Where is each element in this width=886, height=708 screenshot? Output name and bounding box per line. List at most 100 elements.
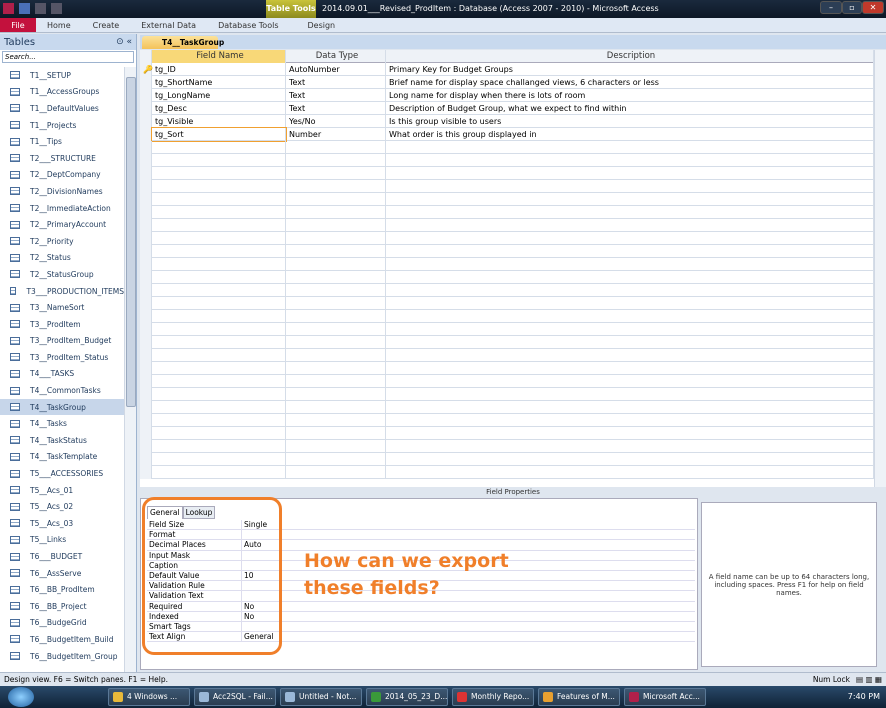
field-name-cell[interactable] <box>152 388 286 401</box>
taskbar-button[interactable]: Features of M... <box>538 688 620 706</box>
nav-table-item[interactable]: T2__DivisionNames <box>0 183 124 200</box>
field-name-cell[interactable] <box>152 401 286 414</box>
field-row[interactable] <box>140 193 874 206</box>
description-cell[interactable] <box>386 206 874 219</box>
field-row[interactable] <box>140 362 874 375</box>
field-row[interactable] <box>140 440 874 453</box>
description-cell[interactable] <box>386 466 874 479</box>
property-value[interactable] <box>241 621 695 632</box>
field-row[interactable] <box>140 258 874 271</box>
nav-table-item[interactable]: T5___ACCESSORIES <box>0 465 124 482</box>
data-type-cell[interactable] <box>286 271 386 284</box>
data-type-cell[interactable] <box>286 180 386 193</box>
nav-table-item[interactable]: T5__Acs_03 <box>0 515 124 532</box>
field-row[interactable] <box>140 375 874 388</box>
data-type-cell[interactable]: AutoNumber <box>286 63 386 76</box>
data-type-cell[interactable]: Yes/No <box>286 115 386 128</box>
row-selector[interactable] <box>140 323 152 336</box>
nav-table-item[interactable]: T3__ProdItem_Budget <box>0 333 124 350</box>
nav-table-item[interactable]: T3__NameSort <box>0 299 124 316</box>
nav-table-item[interactable]: T2__DeptCompany <box>0 167 124 184</box>
nav-table-item[interactable]: T4__CommonTasks <box>0 382 124 399</box>
taskbar-button[interactable]: 4 Windows ... <box>108 688 190 706</box>
field-name-cell[interactable] <box>152 349 286 362</box>
nav-table-item[interactable]: T3__ProdItem <box>0 316 124 333</box>
field-name-cell[interactable] <box>152 167 286 180</box>
nav-table-item[interactable]: T6__BB_ProdItem <box>0 581 124 598</box>
description-cell[interactable] <box>386 154 874 167</box>
field-name-cell[interactable]: tg_Sort <box>151 127 287 142</box>
redo-icon[interactable] <box>51 3 62 14</box>
row-selector[interactable] <box>140 362 152 375</box>
nav-table-item[interactable]: T1__Projects <box>0 117 124 134</box>
nav-table-item[interactable]: T1__Tips <box>0 133 124 150</box>
nav-scrollbar[interactable] <box>124 67 136 672</box>
nav-menu-icon[interactable]: ⊙ « <box>116 37 132 47</box>
row-selector[interactable] <box>140 180 152 193</box>
row-selector[interactable] <box>140 388 152 401</box>
row-selector[interactable] <box>140 167 152 180</box>
description-cell[interactable] <box>386 440 874 453</box>
nav-table-item[interactable]: T1__AccessGroups <box>0 84 124 101</box>
scroll-thumb[interactable] <box>126 77 136 407</box>
data-type-cell[interactable] <box>286 427 386 440</box>
description-cell[interactable] <box>386 284 874 297</box>
nav-table-item[interactable]: T2__Priority <box>0 233 124 250</box>
nav-search-input[interactable]: Search... <box>2 51 134 63</box>
field-row[interactable] <box>140 297 874 310</box>
data-type-cell[interactable] <box>286 245 386 258</box>
field-row[interactable] <box>140 466 874 479</box>
field-name-cell[interactable]: tg_ShortName <box>152 76 286 89</box>
row-selector[interactable] <box>140 115 152 128</box>
field-row[interactable]: tg_Sort Number What order is this group di… <box>140 127 874 142</box>
description-cell[interactable] <box>386 323 874 336</box>
description-cell[interactable] <box>386 401 874 414</box>
row-selector[interactable] <box>140 141 152 154</box>
field-name-cell[interactable] <box>152 271 286 284</box>
field-name-cell[interactable] <box>152 193 286 206</box>
row-selector[interactable] <box>140 284 152 297</box>
description-cell[interactable] <box>386 453 874 466</box>
start-button[interactable] <box>8 687 34 707</box>
field-name-cell[interactable] <box>152 427 286 440</box>
field-name-cell[interactable] <box>152 284 286 297</box>
close-button[interactable]: ✕ <box>862 1 884 14</box>
field-row[interactable] <box>140 245 874 258</box>
field-name-cell[interactable] <box>152 310 286 323</box>
field-row[interactable] <box>140 271 874 284</box>
description-cell[interactable] <box>386 349 874 362</box>
row-selector[interactable] <box>140 401 152 414</box>
row-selector[interactable] <box>140 375 152 388</box>
field-row[interactable] <box>140 310 874 323</box>
nav-table-item[interactable]: T3__ProdItem_Status <box>0 349 124 366</box>
field-name-cell[interactable] <box>152 180 286 193</box>
data-type-cell[interactable] <box>286 193 386 206</box>
nav-table-item[interactable]: T6__AssServe <box>0 565 124 582</box>
field-row[interactable] <box>140 388 874 401</box>
field-row[interactable]: 🔑 tg_ID AutoNumber Primary Key for Budget G… <box>140 63 874 76</box>
description-cell[interactable] <box>386 219 874 232</box>
field-name-cell[interactable] <box>152 219 286 232</box>
nav-table-item[interactable]: T6__BudgetItem_Group <box>0 648 124 665</box>
row-selector[interactable] <box>140 414 152 427</box>
nav-table-item[interactable]: T6___BUDGET <box>0 548 124 565</box>
data-type-cell[interactable] <box>286 440 386 453</box>
nav-table-item[interactable]: T4__TaskStatus <box>0 432 124 449</box>
row-selector[interactable] <box>140 453 152 466</box>
field-name-cell[interactable] <box>152 206 286 219</box>
field-row[interactable] <box>140 154 874 167</box>
description-cell[interactable] <box>386 232 874 245</box>
field-name-cell[interactable] <box>152 258 286 271</box>
description-cell[interactable] <box>386 141 874 154</box>
data-type-cell[interactable]: Text <box>286 89 386 102</box>
property-value[interactable] <box>241 530 695 541</box>
row-selector[interactable] <box>140 206 152 219</box>
field-row[interactable] <box>140 336 874 349</box>
data-type-cell[interactable] <box>286 167 386 180</box>
description-cell[interactable] <box>386 271 874 284</box>
nav-table-item[interactable]: T6__BudgeGrid <box>0 615 124 632</box>
tab-home[interactable]: Home <box>36 18 82 32</box>
field-name-cell[interactable] <box>152 141 286 154</box>
description-cell[interactable] <box>386 167 874 180</box>
data-type-cell[interactable] <box>286 258 386 271</box>
